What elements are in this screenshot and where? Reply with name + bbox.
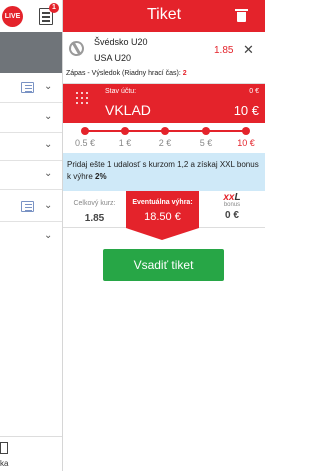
- home-team: Švédsko U20: [94, 37, 148, 47]
- stake-input[interactable]: 10 €: [234, 103, 259, 118]
- bet-selection: Švédsko U20 USA U20 1.85 ✕ Zápas - Výsle…: [63, 32, 265, 84]
- top-bar: LIVE 1: [0, 0, 62, 32]
- bonus-value: 0 €: [225, 210, 239, 221]
- list-icon[interactable]: [21, 201, 34, 212]
- market-description: Zápas - Výsledok (Riadny hrací čas): 2: [66, 70, 187, 77]
- balance-value: 0 €: [249, 88, 259, 95]
- grey-banner: [0, 32, 62, 73]
- chevron-down-icon[interactable]: ⌄: [44, 111, 52, 122]
- selection-odds: 1.85: [214, 45, 234, 56]
- bonus-label: bonus: [223, 202, 241, 208]
- list-item[interactable]: ⌄: [0, 222, 62, 252]
- xxl-bonus: xxL bonus 0 €: [199, 191, 265, 228]
- quick-amount[interactable]: 2 €: [151, 138, 179, 148]
- ticket-panel: Tiket Švédsko U20 USA U20 1.85 ✕ Zápas -…: [63, 0, 265, 471]
- ticket-header: Tiket: [63, 0, 265, 32]
- keypad-icon[interactable]: [76, 92, 89, 105]
- remove-selection-icon[interactable]: ✕: [243, 42, 254, 58]
- quick-amount[interactable]: 1 €: [111, 138, 139, 148]
- balance-label: Stav účtu:: [105, 88, 137, 95]
- stake-box[interactable]: Stav účtu: 0 € VKLAD 10 €: [63, 84, 265, 123]
- quick-amount[interactable]: 5 €: [192, 138, 220, 148]
- list-item[interactable]: ⌄: [0, 192, 62, 222]
- list-item[interactable]: ⌄: [0, 160, 62, 190]
- xxl-bonus-promo: Pridaj ešte 1 udalosť s kurzom 1,2 a zís…: [63, 153, 265, 191]
- trash-icon[interactable]: [235, 9, 248, 22]
- app-root: LIVE 1 ⌄ ⌄ ⌄ ⌄ ⌄ ⌄ ka Tiket Švédsko U20 …: [0, 0, 265, 471]
- bottom-nav-label: ka: [0, 459, 9, 468]
- potential-win: Eventuálna výhra: 18.50 €: [126, 191, 199, 228]
- bottom-nav-item[interactable]: ka: [0, 436, 62, 471]
- hockey-puck-icon: [66, 38, 87, 59]
- quick-amount[interactable]: 0.5 €: [71, 138, 99, 148]
- away-team: USA U20: [94, 53, 132, 63]
- live-badge[interactable]: LIVE: [2, 6, 23, 27]
- betslip-count-badge: 1: [49, 3, 59, 13]
- total-odds-label: Celkový kurz:: [73, 200, 116, 207]
- slider-stop[interactable]: [121, 127, 129, 135]
- total-odds: Celkový kurz: 1.85: [63, 191, 126, 228]
- chevron-down-icon[interactable]: ⌄: [44, 168, 52, 179]
- place-bet-button[interactable]: Vsadiť tiket: [103, 249, 224, 281]
- list-item[interactable]: ⌄: [0, 103, 62, 133]
- potential-win-label: Eventuálna výhra:: [132, 199, 193, 206]
- list-item[interactable]: ⌄: [0, 131, 62, 161]
- stake-label: VKLAD: [105, 102, 151, 118]
- potential-win-pointer: [126, 228, 199, 240]
- stake-quick-slider[interactable]: 0.5 € 1 € 2 € 5 € 10 €: [63, 123, 265, 153]
- calculator-icon: [0, 442, 8, 454]
- market-value: 2: [182, 70, 187, 77]
- slider-stop[interactable]: [81, 127, 89, 135]
- list-icon[interactable]: [21, 82, 34, 93]
- background-page: LIVE 1 ⌄ ⌄ ⌄ ⌄ ⌄ ⌄ ka: [0, 0, 63, 471]
- chevron-down-icon[interactable]: ⌄: [44, 200, 52, 211]
- promo-text-wrap: Pridaj ešte 1 udalosť s kurzom 1,2 a zís…: [67, 159, 262, 183]
- slider-stop-selected[interactable]: [242, 127, 250, 135]
- potential-win-value: 18.50 €: [144, 211, 181, 223]
- slider-stop[interactable]: [161, 127, 169, 135]
- ticket-summary: Celkový kurz: 1.85 Eventuálna výhra: 18.…: [63, 191, 265, 228]
- total-odds-value: 1.85: [84, 213, 105, 224]
- promo-value: 2%: [95, 172, 107, 181]
- chevron-down-icon[interactable]: ⌄: [44, 81, 52, 92]
- list-item[interactable]: ⌄: [0, 73, 62, 103]
- quick-amount-selected[interactable]: 10 €: [232, 138, 260, 148]
- market-label: Zápas - Výsledok (Riadny hrací čas):: [66, 70, 181, 77]
- chevron-down-icon[interactable]: ⌄: [44, 139, 52, 150]
- slider-stop[interactable]: [202, 127, 210, 135]
- chevron-down-icon[interactable]: ⌄: [44, 230, 52, 241]
